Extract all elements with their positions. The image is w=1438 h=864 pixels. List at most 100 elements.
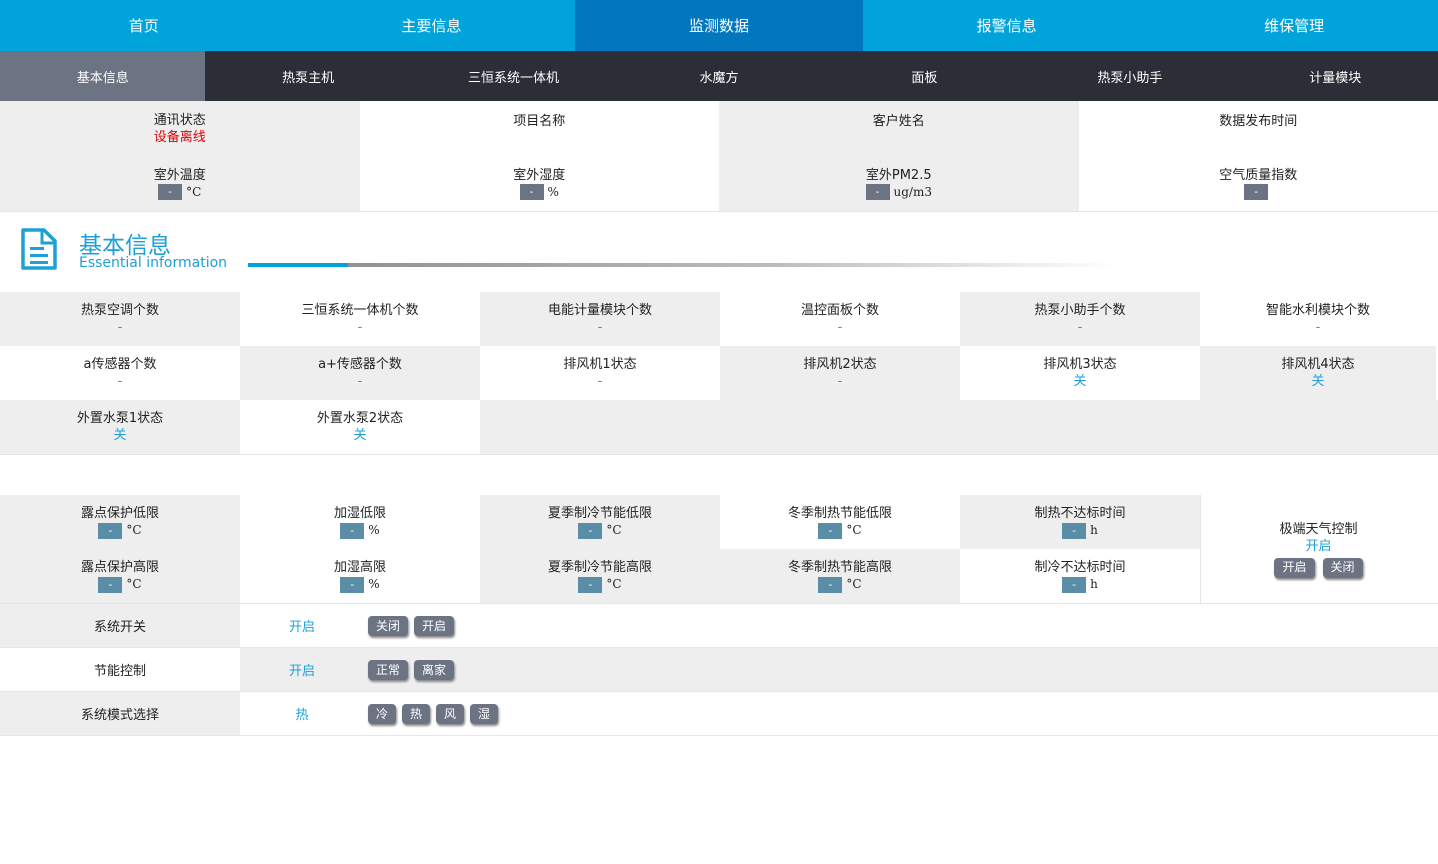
humid-low-label: 加湿低限 [333, 506, 386, 521]
limits-row-2: 露点保护高限 - °C 加湿高限 -% 夏季制冷节能高限 - °C 冬季制热节能高限 - °C… [0, 549, 1200, 603]
water-module-count-cell: 智能水利模块个数 - [1200, 292, 1436, 346]
a-plus-sensor-count-value: - [357, 374, 363, 389]
section-header: 基本信息 Essential information [0, 212, 1438, 292]
sub-tab-heat-pump-helper[interactable]: 热泵小助手 [1027, 51, 1232, 101]
document-icon [21, 228, 57, 270]
fan-4-status-value: 关 [1311, 374, 1325, 389]
mode-fan-button[interactable]: 风 [436, 703, 465, 724]
dew-low-unit: °C [126, 523, 142, 537]
mode-heat-button[interactable]: 热 [402, 703, 431, 724]
energy-control-value: 开启 [288, 664, 315, 679]
section-subtitle: Essential information [79, 255, 228, 271]
fan-3-status-cell: 排风机3状态关 [960, 346, 1200, 400]
extreme-weather-cell: 极端天气控制 开启 开启 关闭 [1200, 495, 1436, 603]
outdoor-pm25-label: 室外PM2.5 [865, 167, 932, 183]
winter-low-unit: °C [846, 523, 862, 537]
water-module-count-value: - [1315, 320, 1321, 335]
outdoor-pm25-cell: 室外PM2.5 - ug/m3 [719, 156, 1079, 211]
fan-4-status-cell: 排风机4状态关 [1200, 346, 1436, 400]
a-sensor-count-cell: a传感器个数 - [0, 346, 240, 400]
fan-1-status-cell: 排风机1状态 - [480, 346, 720, 400]
metering-count-cell: 电能计量模块个数 - [480, 292, 720, 346]
top-tab-maintenance[interactable]: 维保管理 [1150, 0, 1438, 51]
mode-select-label: 系统模式选择 [0, 692, 240, 735]
outdoor-humidity-unit: % [547, 184, 559, 199]
mode-cool-button[interactable]: 冷 [368, 703, 397, 724]
status-row: 通讯状态 设备离线 项目名称 客户姓名 数据发布时间 [0, 101, 1438, 156]
energy-normal-button[interactable]: 正常 [368, 659, 409, 680]
winter-high-cell: 冬季制热节能高限 - °C [720, 549, 960, 603]
a-sensor-count-value: - [117, 374, 123, 389]
cool-fail-time-value: - [1062, 576, 1087, 593]
winter-high-value: - [818, 576, 843, 593]
outdoor-humidity-value: - [519, 184, 544, 200]
top-tab-alarms[interactable]: 报警信息 [863, 0, 1151, 51]
outdoor-humidity-cell: 室外湿度 -% [359, 156, 719, 211]
customer-name-cell: 客户姓名 [719, 101, 1079, 156]
heat-pump-count-cell: 热泵空调个数 - [0, 292, 240, 346]
fan-1-status-value: - [597, 374, 603, 389]
section-divider-accent [248, 263, 348, 267]
metering-count-value: - [597, 320, 603, 335]
heat-fail-time-label: 制热不达标时间 [1034, 506, 1126, 521]
heat-fail-time-unit: h [1090, 523, 1098, 537]
a-sensor-count-label: a传感器个数 [83, 357, 157, 372]
water-module-count-label: 智能水利模块个数 [1265, 303, 1370, 318]
fan-3-status-label: 排风机3状态 [1043, 357, 1117, 372]
sub-tab-water-cube[interactable]: 水魔方 [616, 51, 821, 101]
top-tab-home[interactable]: 首页 [0, 0, 288, 51]
summer-low-label: 夏季制冷节能低限 [547, 506, 652, 521]
publish-time-cell: 数据发布时间 [1078, 101, 1438, 156]
summer-low-value: - [578, 522, 603, 539]
humid-high-cell: 加湿高限 -% [240, 549, 480, 603]
system-on-button[interactable]: 开启 [414, 615, 455, 636]
summer-low-cell: 夏季制冷节能低限 - °C [480, 495, 720, 549]
fan-2-status-value: - [837, 374, 843, 389]
a-plus-sensor-count-cell: a+传感器个数 - [240, 346, 480, 400]
dew-low-label: 露点保护低限 [80, 506, 159, 521]
fan-1-status-label: 排风机1状态 [563, 357, 637, 372]
comm-status-cell: 通讯状态 设备离线 [0, 101, 360, 156]
fan-2-status-cell: 排风机2状态 - [720, 346, 960, 400]
winter-low-label: 冬季制热节能低限 [787, 506, 892, 521]
energy-control-row: 节能控制 开启 正常 离家 [0, 648, 1438, 692]
winter-low-value: - [818, 522, 843, 539]
aqi-value: - [1244, 184, 1269, 200]
cool-fail-time-cell: 制冷不达标时间 - h [960, 549, 1200, 603]
extreme-on-button[interactable]: 开启 [1274, 557, 1315, 578]
limits-row-1: 露点保护低限 - °C 加湿低限 -% 夏季制冷节能低限 - °C 冬季制热节能低限 - °C… [0, 495, 1200, 549]
helper-count-cell: 热泵小助手个数 - [960, 292, 1200, 346]
top-tab-monitoring[interactable]: 监测数据 [575, 0, 863, 51]
panel-count-label: 温控面板个数 [800, 303, 879, 318]
mode-select-row: 系统模式选择 热 冷 热 风 湿 [0, 692, 1438, 736]
dew-high-label: 露点保护高限 [80, 560, 159, 575]
top-nav: 首页 主要信息 监测数据 报警信息 维保管理 [0, 0, 1438, 51]
outdoor-temp-label: 室外温度 [153, 167, 206, 183]
sub-tab-metering[interactable]: 计量模块 [1233, 51, 1438, 101]
top-tab-main-info[interactable]: 主要信息 [288, 0, 576, 51]
helper-count-label: 热泵小助手个数 [1034, 303, 1126, 318]
energy-control-label: 节能控制 [0, 648, 240, 691]
sub-tab-heat-pump[interactable]: 热泵主机 [205, 51, 410, 101]
triple-system-count-value: - [357, 320, 363, 335]
summer-high-value: - [578, 576, 603, 593]
comm-status-value: 设备离线 [153, 129, 206, 145]
sub-tab-triple-system[interactable]: 三恒系统一体机 [411, 51, 616, 101]
pump-1-status-label: 外置水泵1状态 [76, 411, 164, 426]
aqi-cell: 空气质量指数 - [1078, 156, 1438, 211]
dew-high-value: - [98, 576, 123, 593]
mode-humid-button[interactable]: 湿 [470, 703, 499, 724]
pump-1-status-cell: 外置水泵1状态关 [0, 400, 240, 454]
outdoor-temp-unit: °C [186, 184, 202, 199]
energy-away-button[interactable]: 离家 [414, 659, 455, 680]
project-name-cell: 项目名称 [359, 101, 719, 156]
sub-tab-panel[interactable]: 面板 [822, 51, 1027, 101]
publish-time-label: 数据发布时间 [1219, 114, 1298, 129]
sub-tab-basic-info[interactable]: 基本信息 [0, 51, 206, 101]
mode-select-value: 热 [295, 708, 309, 723]
extreme-off-button[interactable]: 关闭 [1322, 557, 1363, 578]
section-divider [248, 263, 1118, 267]
humid-high-unit: % [368, 577, 380, 591]
system-off-button[interactable]: 关闭 [368, 615, 409, 636]
env-row: 室外温度 - °C 室外湿度 -% 室外PM2.5 - ug/m3 空气质量指数 - [0, 156, 1438, 212]
